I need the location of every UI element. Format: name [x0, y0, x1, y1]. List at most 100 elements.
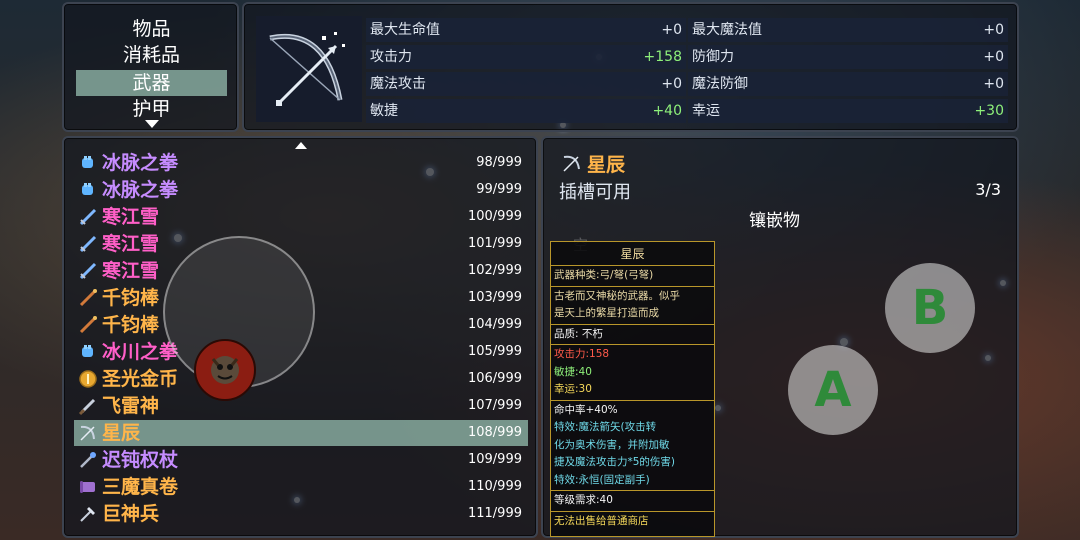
gauntlet-icon — [78, 153, 98, 173]
stat-label: 魔法攻击 — [370, 76, 426, 92]
item-name: 寒江雪 — [102, 206, 160, 228]
item-row[interactable]: 迟钝权杖 109/999 — [74, 447, 528, 473]
stat-row: 魔法攻击 +0 — [366, 72, 686, 96]
stat-row: 敏捷 +40 — [366, 99, 686, 123]
tooltip-quality: 品质: 不朽 — [554, 327, 603, 340]
tooltip-section: 无法出售给普通商店 — [551, 512, 714, 532]
scroll-icon — [78, 477, 98, 497]
sword-icon — [78, 261, 98, 281]
tooltip-title: 星辰 — [551, 242, 714, 266]
tooltip-desc: 是天上的繁星打造而成 — [554, 307, 659, 319]
axe-icon — [78, 504, 98, 524]
stat-label: 魔法防御 — [692, 76, 748, 92]
stat-label: 幸运 — [692, 103, 720, 119]
tooltip-luck: 幸运:30 — [554, 383, 592, 395]
a-button[interactable]: A — [788, 345, 878, 435]
tooltip-section: 古老而又神秘的武器。似乎 是天上的繁星打造而成 — [551, 287, 714, 325]
item-row[interactable]: 寒江雪 101/999 — [74, 231, 528, 257]
stat-label: 敏捷 — [370, 103, 398, 119]
category-item[interactable]: 消耗品 — [76, 42, 227, 68]
b-button[interactable]: B — [885, 263, 975, 353]
coin-icon — [78, 369, 98, 389]
tooltip-agility: 敏捷:40 — [554, 365, 592, 378]
item-name: 巨神兵 — [102, 503, 160, 525]
stat-label: 最大魔法值 — [692, 22, 762, 38]
category-panel: 物品 消耗品 武器 护甲 — [62, 2, 239, 132]
item-name: 冰脉之拳 — [102, 152, 179, 174]
weapon-preview — [256, 16, 362, 122]
item-name: 寒江雪 — [102, 260, 160, 282]
item-row-selected[interactable]: 星辰 108/999 — [74, 420, 528, 446]
tooltip-hit-rate: 命中率+40% — [554, 403, 618, 416]
item-name: 三魔真卷 — [102, 476, 179, 498]
item-quantity: 111/999 — [467, 506, 522, 521]
category-item[interactable]: 物品 — [76, 16, 227, 42]
item-quantity: 100/999 — [467, 209, 522, 224]
tooltip-section: 等级需求:40 — [551, 491, 714, 512]
stat-value: +0 — [661, 76, 682, 92]
stat-value: +0 — [983, 22, 1004, 38]
item-name: 圣光金币 — [102, 368, 179, 390]
demon-face-icon — [211, 356, 239, 384]
item-quantity: 107/999 — [467, 398, 522, 413]
item-quantity: 98/999 — [476, 155, 522, 170]
item-tooltip: 星辰 武器种类:弓/弩(弓弩) 古老而又神秘的武器。似乎 是天上的繁星打造而成 … — [550, 241, 715, 537]
stat-value: +30 — [974, 103, 1004, 119]
item-quantity: 106/999 — [467, 371, 522, 386]
stat-label: 防御力 — [692, 49, 734, 65]
joystick-knob[interactable] — [194, 339, 256, 401]
item-name: 冰脉之拳 — [102, 179, 179, 201]
scepter-icon — [78, 450, 98, 470]
tooltip-attack: 攻击力:158 — [554, 348, 610, 360]
stat-label: 攻击力 — [370, 49, 412, 65]
item-name: 迟钝权杖 — [102, 449, 179, 471]
tooltip-effect: 特效:魔法箭矢(攻击转 — [554, 421, 657, 433]
bow-icon — [269, 32, 345, 106]
item-quantity: 110/999 — [467, 479, 522, 494]
item-name: 星辰 — [102, 422, 141, 444]
gauntlet-icon — [78, 180, 98, 200]
tooltip-type: 武器种类:弓/弩(弓弩) — [554, 269, 654, 281]
sword-icon — [78, 234, 98, 254]
tooltip-sell-note: 无法出售给普通商店 — [554, 514, 649, 527]
tooltip-section: 攻击力:158 敏捷:40 幸运:30 — [551, 345, 714, 401]
tooltip-desc: 古老而又神秘的武器。似乎 — [554, 289, 680, 302]
stat-label: 最大生命值 — [370, 22, 440, 38]
gauntlet-icon — [78, 342, 98, 362]
item-row[interactable]: 冰脉之拳 99/999 — [74, 177, 528, 203]
item-quantity: 105/999 — [467, 344, 522, 359]
kunai-icon — [78, 396, 98, 416]
staff-icon — [78, 315, 98, 335]
item-quantity: 103/999 — [467, 290, 522, 305]
bow-icon — [78, 423, 98, 443]
item-name: 星辰 — [587, 154, 626, 176]
item-quantity: 109/999 — [467, 452, 522, 467]
item-quantity: 104/999 — [467, 317, 522, 332]
item-row[interactable]: 寒江雪 100/999 — [74, 204, 528, 230]
category-item-selected[interactable]: 武器 — [76, 70, 227, 96]
tooltip-section: 命中率+40% 特效:魔法箭矢(攻击转 化为奥术伤害，并附加敏 捷及魔法攻击力*… — [551, 401, 714, 491]
item-row[interactable]: 三魔真卷 110/999 — [74, 474, 528, 500]
stat-row: 魔法防御 +0 — [688, 72, 1008, 96]
inlay-label[interactable]: 镶嵌物 — [749, 206, 800, 231]
item-name: 寒江雪 — [102, 233, 160, 255]
stat-row: 幸运 +30 — [688, 99, 1008, 123]
tooltip-section: 武器种类:弓/弩(弓弩) — [551, 266, 714, 287]
scroll-up-icon[interactable] — [295, 142, 307, 149]
staff-icon — [78, 288, 98, 308]
tooltip-effect: 化为奥术伤害，并附加敏 — [554, 438, 670, 451]
item-row[interactable]: 飞雷神 107/999 — [74, 393, 528, 419]
tooltip-effect: 特效:永恒(固定副手) — [554, 473, 650, 486]
stat-value: +40 — [652, 103, 682, 119]
item-row[interactable]: 冰脉之拳 98/999 — [74, 150, 528, 176]
bow-icon — [563, 155, 580, 172]
item-name: 千钧棒 — [102, 314, 160, 336]
tooltip-level-req: 等级需求:40 — [554, 494, 613, 506]
category-item[interactable]: 护甲 — [76, 96, 227, 122]
item-quantity: 102/999 — [467, 263, 522, 278]
slot-count: 3/3 — [975, 180, 1001, 199]
sword-icon — [78, 207, 98, 227]
item-row[interactable]: 圣光金币 106/999 — [74, 366, 528, 392]
item-row[interactable]: 巨神兵 111/999 — [74, 501, 528, 527]
scroll-down-icon[interactable] — [145, 120, 159, 128]
